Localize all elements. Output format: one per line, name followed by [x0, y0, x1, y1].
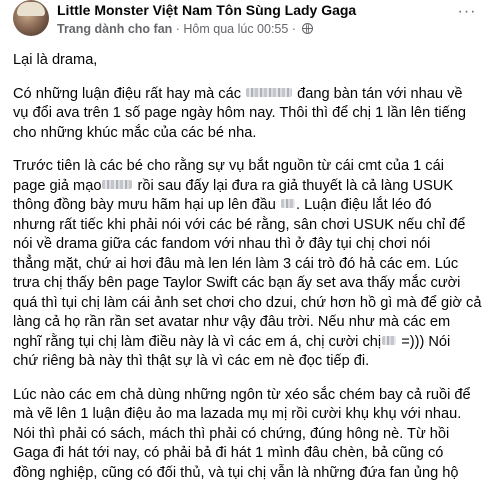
more-options-button[interactable]: ···	[452, 4, 482, 24]
text-line: page giả mạo rồi sau đấy lại đưa ra giả …	[13, 177, 483, 197]
text-line: Gaga đi hát tới nay, có phải bả đi hát 1…	[13, 445, 444, 461]
text-line: nhưng rất tiếc khi phải nói với các bé r…	[13, 216, 466, 233]
text-line: thẳng mặt, chứ ai hơi đâu mà len lén làm…	[13, 255, 459, 272]
text-segment: Có những luận điệu rất hay mà các	[13, 85, 241, 102]
post-meta: Trang dành cho fan · Hôm qua lúc 00:55 ·	[57, 22, 314, 36]
paragraph-3: Trước tiên là các bé cho rằng sự vụ bắt …	[13, 157, 483, 372]
page-avatar[interactable]	[13, 0, 49, 36]
text-line: đồng nghiệp, cũng có đối thủ, và tụi chị…	[13, 464, 459, 481]
post-timestamp[interactable]: Hôm qua lúc 00:55	[183, 22, 288, 36]
text-line: nghĩ rằng tụi chị làm điều này là vì các…	[13, 333, 483, 353]
text-segment: nghĩ rằng tụi chị làm điều này là vì các…	[13, 333, 382, 350]
text-segment: =))) Nói	[401, 333, 451, 350]
text-line: làng cả họ rần rần set avatar như vậy đâ…	[13, 314, 451, 330]
page-name-link[interactable]: Little Monster Việt Nam Tôn Sùng Lady Ga…	[57, 2, 356, 18]
text-line: mà vẽ lên 1 luận điệu ảo ma lazada mụ mị…	[13, 406, 462, 422]
text-line: thông đồng bày mưu hãm hại up lên đầu . …	[13, 196, 483, 216]
post-header: Little Monster Việt Nam Tôn Sùng Lady Ga…	[0, 0, 487, 44]
text-segment: đang bàn tán với nhau về	[297, 85, 463, 102]
redacted-text	[382, 335, 397, 345]
text-line: cho những khúc mắc của các bé nha.	[13, 124, 257, 141]
text-line: Lúc nào các em chả dùng những ngôn từ xé…	[13, 386, 471, 403]
text-line: chứ riêng bà này thì thật sự là vì các e…	[13, 353, 370, 369]
facebook-post: Little Monster Việt Nam Tôn Sùng Lady Ga…	[0, 0, 487, 481]
paragraph-2: Có những luận điệu rất hay mà các đang b…	[13, 85, 483, 144]
redacted-text	[246, 87, 293, 97]
globe-icon[interactable]	[302, 23, 314, 34]
text-segment: . Luận điệu lắt léo đó	[295, 197, 432, 213]
text-segment: page giả mạo	[13, 177, 102, 194]
text-line: trưa chị thấy bên page Taylor Swift các …	[13, 275, 461, 291]
text-line: vụ đổi ava trên 1 số page ngày hôm nay. …	[13, 105, 466, 121]
text-line: nói về drama giữa các fandom với nhau th…	[13, 236, 431, 252]
redacted-text	[102, 179, 133, 189]
meta-separator: ·	[172, 22, 184, 36]
text-segment: rồi sau đấy lại đưa ra giả thuyết là cả …	[137, 177, 454, 194]
paragraph-1: Lại là drama,	[13, 51, 483, 71]
text-segment: thông đồng bày mưu hãm hại up lên đầu	[13, 197, 276, 213]
text-line: Nói thì phải có sách, mách thì phải có c…	[13, 425, 450, 442]
meta-separator-2: ·	[288, 22, 300, 36]
text-line: quá thì tụi chị làm cái ảnh set chơi cho…	[13, 294, 482, 311]
redacted-text	[280, 199, 295, 208]
post-body: Lại là drama, Có những luận điệu rất hay…	[13, 51, 483, 497]
paragraph-4: Lúc nào các em chả dùng những ngôn từ xé…	[13, 386, 483, 484]
text-line: Có những luận điệu rất hay mà các đang b…	[13, 85, 483, 105]
text-line: Trước tiên là các bé cho rằng sự vụ bắt …	[13, 158, 444, 174]
text-line: Lại là drama,	[13, 52, 98, 68]
role-badge: Trang dành cho fan	[57, 22, 173, 36]
